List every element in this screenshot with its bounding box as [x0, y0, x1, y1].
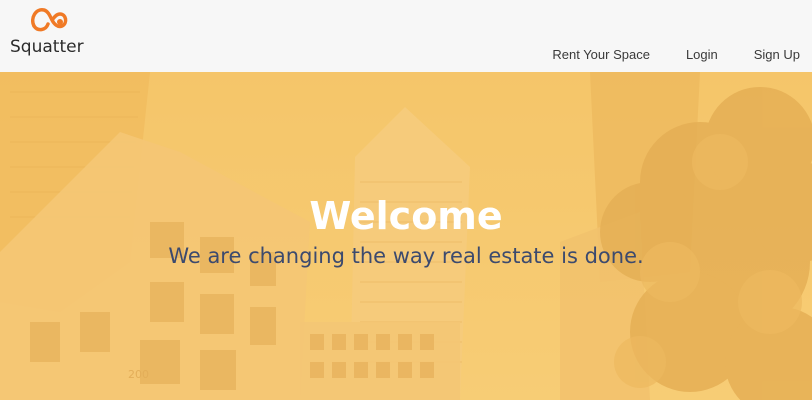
nav-rent-your-space-link[interactable]: Rent Your Space [552, 47, 650, 62]
hero-title: Welcome [309, 194, 503, 238]
nav-login-link[interactable]: Login [686, 47, 718, 62]
nav-sign-up-link[interactable]: Sign Up [754, 47, 800, 62]
main-nav: Rent Your Space Login Sign Up [552, 47, 800, 62]
squatter-logo-icon [31, 8, 68, 32]
brand-name: Squatter [10, 37, 84, 57]
top-navbar: Squatter Rent Your Space Login Sign Up [0, 0, 812, 72]
brand-logo[interactable]: Squatter [8, 4, 90, 64]
hero-banner: 200 Welcome We are changing the way real… [0, 72, 812, 400]
hero-subtitle: We are changing the way real estate is d… [168, 244, 644, 268]
